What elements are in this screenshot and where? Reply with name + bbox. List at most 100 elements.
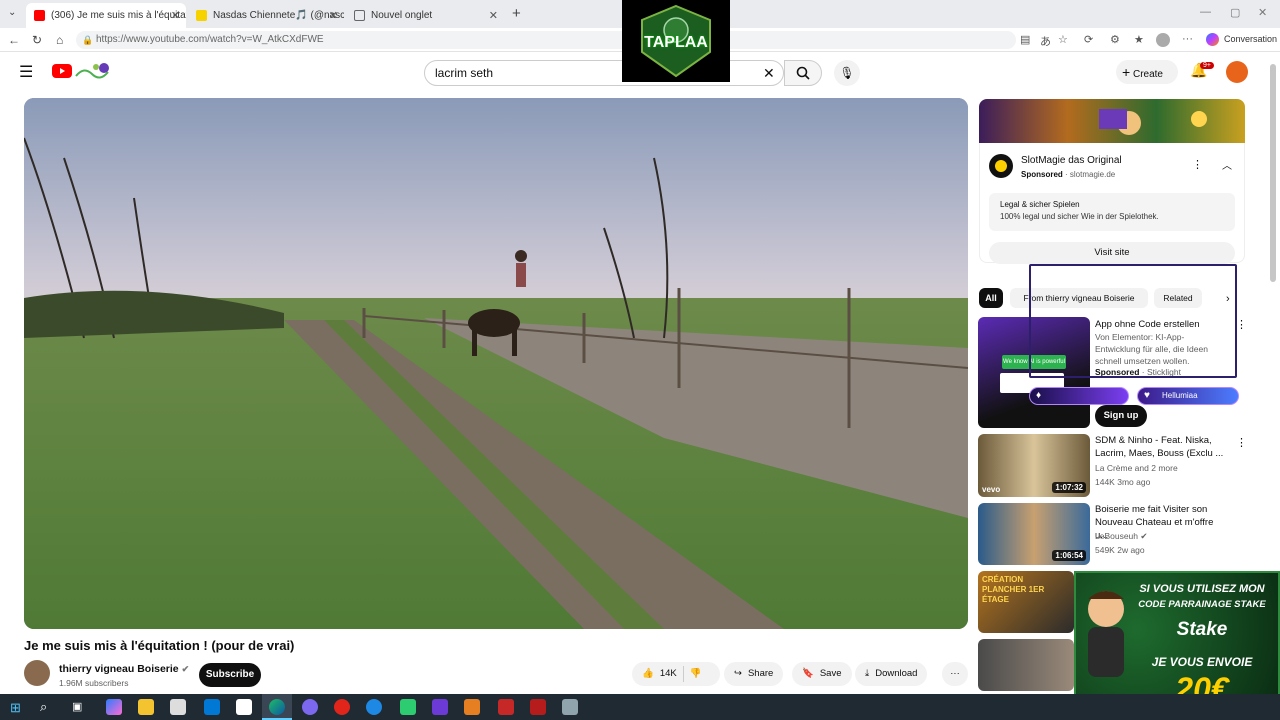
voice-search-button[interactable]: 🎙 [834, 60, 860, 86]
ad-more-icon[interactable]: ⋮ [1192, 158, 1203, 171]
dislike-button[interactable]: 👎 [690, 662, 702, 686]
share-button[interactable]: ↪ Share [724, 662, 784, 686]
close-tab-icon[interactable]: ✕ [329, 9, 338, 22]
diamond-icon: ♦ [1036, 390, 1042, 401]
lock-icon: 🔒 [82, 35, 94, 45]
rec-channel[interactable]: LeBouseuh ✔ [1095, 531, 1148, 542]
store-icon[interactable] [170, 699, 186, 715]
share-arrow-icon: ↪ [734, 668, 742, 679]
search-input[interactable]: lacrim seth ✕ [424, 60, 784, 86]
app-icon[interactable] [498, 699, 514, 715]
edge-browser-icon[interactable] [269, 699, 285, 715]
search-button[interactable] [784, 60, 822, 86]
video-thumbnail[interactable] [978, 639, 1074, 691]
rec-more-icon[interactable]: ⋮ [1236, 436, 1247, 449]
app-icon[interactable] [432, 699, 448, 715]
favorites-icon[interactable]: ★ [1134, 33, 1144, 46]
ad-description-box[interactable]: Legal & sicher Spielen 100% legal und si… [989, 193, 1235, 231]
close-tab-icon[interactable]: ✕ [171, 9, 180, 22]
doodle-logo-icon[interactable] [74, 60, 112, 82]
taskbar-search-icon[interactable]: ⌕ [40, 699, 47, 715]
maximize-icon[interactable]: ▢ [1230, 6, 1240, 19]
url-text: https://www.youtube.com/watch?v=W_AtkCXd… [96, 34, 324, 45]
plus-icon: + [1122, 64, 1131, 80]
like-count: 14K [659, 668, 677, 679]
browser-tab-youtube[interactable]: (306) Je me suis mis à l'équitati ✕ [26, 3, 186, 28]
mail-icon[interactable] [204, 699, 220, 715]
windows-start-icon[interactable]: ⊞ [10, 700, 21, 716]
share-label: Share [747, 668, 774, 679]
overlay-badge-right: ♥ Hellumiaa [1137, 387, 1239, 405]
close-tab-icon[interactable]: ✕ [489, 9, 498, 22]
channel-avatar[interactable] [24, 660, 50, 686]
slotmagie-logo-icon [989, 154, 1013, 178]
minimize-icon[interactable]: — [1200, 6, 1211, 18]
video-player[interactable] [24, 98, 968, 629]
app-icon[interactable] [366, 699, 382, 715]
sign-up-button[interactable]: Sign up [1095, 405, 1147, 427]
more-menu-icon[interactable]: ··· [1182, 33, 1193, 45]
channel-name[interactable]: thierry vigneau Boiserie ✔ [59, 663, 189, 675]
ad-sponsor-line: Sponsored · slotmagie.de [1021, 170, 1116, 179]
create-button[interactable]: + Create [1116, 60, 1178, 84]
rec-channel[interactable]: La Crème and 2 more [1095, 463, 1178, 473]
address-bar[interactable]: 🔒 https://www.youtube.com/watch?v=W_AtkC… [76, 31, 1016, 49]
subscribe-button[interactable]: Subscribe [199, 663, 261, 687]
app-icon[interactable] [400, 699, 416, 715]
collapse-chevron-icon[interactable]: ︿ [1222, 157, 1232, 172]
save-button[interactable]: 🔖 Save [792, 662, 852, 686]
promo-line-1: SI VOUS UTILISEZ MON [1139, 583, 1265, 595]
like-button[interactable]: 👍 14K [642, 662, 677, 686]
opera-icon[interactable] [334, 699, 350, 715]
reader-icon[interactable]: ▤ [1020, 33, 1030, 46]
tab-title: Nouvel onglet [371, 10, 433, 21]
copilot-icon[interactable] [1206, 33, 1219, 46]
sponsored-label: Sponsored [1021, 170, 1063, 179]
camera-icon[interactable] [562, 699, 578, 715]
clear-search-icon[interactable]: ✕ [763, 61, 775, 85]
task-view-icon[interactable]: ▣ [72, 700, 82, 713]
acrobat-icon[interactable] [530, 699, 546, 715]
ad-banner-image[interactable] [979, 99, 1245, 143]
reload-icon[interactable]: ↻ [32, 33, 42, 47]
app-icon[interactable] [464, 699, 480, 715]
youtube-logo-icon[interactable] [52, 64, 72, 78]
browser-tab-new[interactable]: Nouvel onglet ✕ [346, 3, 504, 28]
menu-hamburger-icon[interactable]: ☰ [19, 62, 33, 82]
download-button[interactable]: ⤓ Download [855, 662, 928, 686]
video-thumbnail[interactable]: CRÉATION PLANCHER 1ER ÉTAGE [978, 571, 1074, 633]
file-explorer-icon[interactable] [138, 699, 154, 715]
ad-name[interactable]: SlotMagie das Original [1021, 155, 1122, 166]
more-actions-button[interactable]: ··· [942, 662, 968, 686]
discord-icon[interactable] [302, 699, 318, 715]
translate-icon[interactable]: あ [1040, 33, 1051, 49]
conversation-label[interactable]: Conversation [1224, 34, 1277, 44]
video-thumbnail[interactable]: 1:06:54 [978, 503, 1090, 565]
video-title: Je me suis mis à l'équitation ! (pour de… [24, 638, 295, 653]
extensions-icon[interactable]: ⚙ [1110, 33, 1120, 46]
profile-avatar-icon[interactable] [1156, 33, 1170, 47]
tab-list-chevron-icon[interactable]: ⌄ [8, 7, 16, 18]
close-window-icon[interactable]: ✕ [1258, 6, 1267, 19]
visit-site-button[interactable]: Visit site [989, 242, 1235, 264]
verified-check-icon: ✔ [1140, 531, 1148, 541]
new-tab-plus-icon[interactable]: + [512, 5, 521, 22]
page-scrollbar[interactable] [1270, 64, 1276, 282]
subscriber-count: 1.96M subscribers [59, 678, 129, 688]
save-label: Save [819, 668, 842, 679]
overlay-badge-left: ♦ [1029, 387, 1129, 405]
chip-all[interactable]: All [979, 288, 1003, 308]
account-avatar[interactable] [1226, 61, 1248, 83]
rec-title[interactable]: SDM & Ninho - Feat. Niska, Lacrim, Maes,… [1095, 434, 1225, 460]
notepad-icon[interactable] [236, 699, 252, 715]
rec-more-icon[interactable]: ⋮ [1236, 318, 1247, 331]
ad-description: 100% legal und sicher Wie in der Spielot… [1000, 212, 1159, 221]
copilot-taskbar-icon[interactable] [106, 699, 122, 715]
back-arrow-icon[interactable]: ← [8, 33, 20, 47]
refresh-page-icon[interactable]: ⟳ [1084, 33, 1093, 46]
browser-tab-snapchat[interactable]: Nasdas Chiennete🎵 (@naschien ✕ [188, 3, 344, 28]
home-icon[interactable]: ⌂ [56, 33, 63, 47]
video-thumbnail[interactable]: vevo 1:07:32 [978, 434, 1090, 497]
favorite-star-icon[interactable]: ☆ [1058, 33, 1068, 46]
vevo-logo-icon: vevo [982, 485, 1001, 494]
